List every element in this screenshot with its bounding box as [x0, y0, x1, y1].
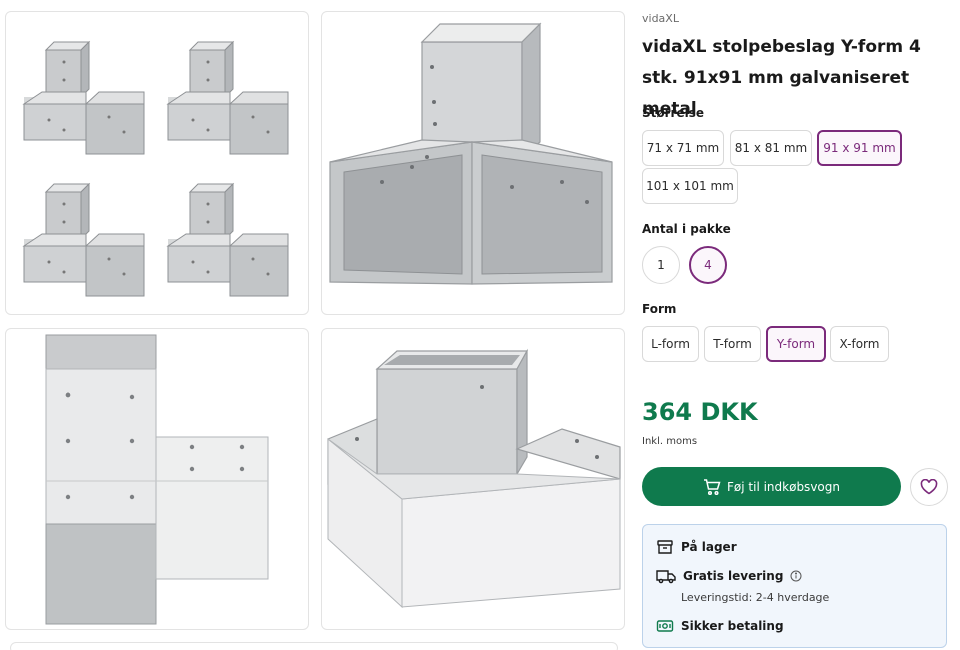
form-label: Form [642, 302, 677, 316]
price: 364 DKK [642, 398, 758, 426]
quantity-option-4[interactable]: 4 [689, 246, 727, 284]
brand-name[interactable]: vidaXL [642, 12, 679, 25]
add-to-cart-button[interactable]: Føj til indkøbsvogn [642, 467, 901, 506]
shipping-label: Gratis levering [683, 569, 784, 583]
heart-icon [920, 479, 938, 495]
gallery-image-1[interactable] [5, 11, 309, 315]
form-option-x[interactable]: X-form [830, 326, 889, 362]
payment-icon [656, 618, 674, 634]
size-option-91[interactable]: 91 x 91 mm [817, 130, 902, 166]
add-to-cart-label: Føj til indkøbsvogn [727, 479, 840, 494]
stock-status: På lager [681, 540, 737, 554]
size-option-101[interactable]: 101 x 101 mm [642, 168, 738, 204]
stock-row: På lager [656, 538, 737, 556]
gallery-scroll-strip [10, 642, 618, 650]
vat-note: Inkl. moms [642, 436, 698, 447]
gallery-image-4[interactable] [321, 328, 625, 630]
form-option-y[interactable]: Y-form [766, 326, 826, 362]
box-icon [656, 538, 674, 556]
delivery-time: Leveringstid: 2-4 hverdage [681, 591, 830, 604]
size-option-71[interactable]: 71 x 71 mm [642, 130, 724, 166]
form-option-l[interactable]: L-form [642, 326, 699, 362]
quantity-label: Antal i pakke [642, 222, 731, 236]
form-option-t[interactable]: T-form [704, 326, 761, 362]
delivery-info-box: På lager Gratis levering Leveringstid: 2… [642, 524, 947, 648]
size-option-81[interactable]: 81 x 81 mm [730, 130, 812, 166]
favorite-button[interactable] [910, 468, 948, 506]
shipping-row: Gratis levering [656, 568, 802, 584]
truck-icon [656, 568, 676, 584]
gallery-image-2[interactable] [321, 11, 625, 315]
cart-icon [703, 478, 721, 495]
size-label: Størrelse [642, 106, 704, 120]
payment-label: Sikker betaling [681, 619, 784, 633]
payment-row: Sikker betaling [656, 618, 784, 634]
info-icon[interactable] [790, 570, 802, 582]
quantity-option-1[interactable]: 1 [642, 246, 680, 284]
gallery-image-3[interactable] [5, 328, 309, 630]
